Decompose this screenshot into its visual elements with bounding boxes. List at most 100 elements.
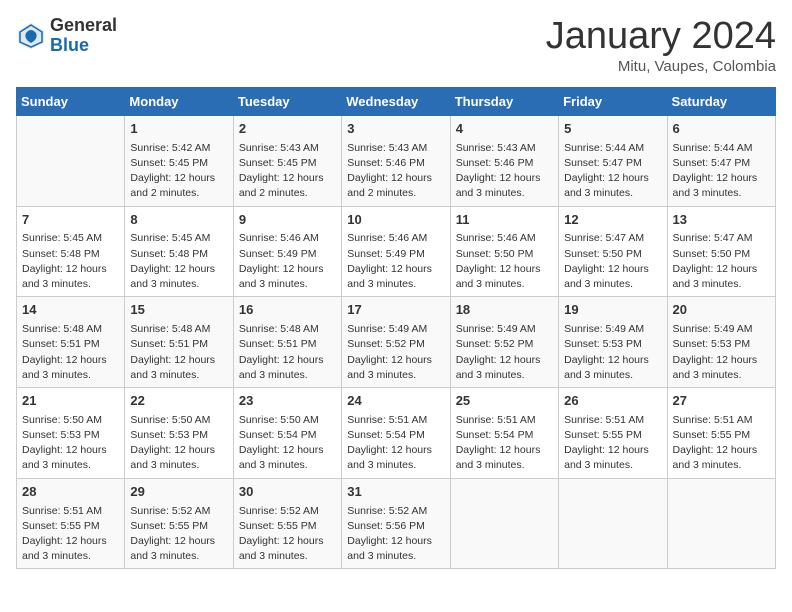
day-number: 17 — [347, 301, 444, 320]
calendar-table: SundayMondayTuesdayWednesdayThursdayFrid… — [16, 87, 776, 570]
day-info: Sunrise: 5:48 AMSunset: 5:51 PMDaylight:… — [130, 322, 227, 383]
calendar-cell: 25 Sunrise: 5:51 AMSunset: 5:54 PMDayligh… — [450, 387, 558, 478]
calendar-cell: 3 Sunrise: 5:43 AMSunset: 5:46 PMDaylight… — [342, 115, 450, 206]
day-info: Sunrise: 5:49 AMSunset: 5:52 PMDaylight:… — [347, 322, 444, 383]
day-info: Sunrise: 5:52 AMSunset: 5:56 PMDaylight:… — [347, 504, 444, 565]
weekday-header-saturday: Saturday — [667, 87, 775, 115]
day-info: Sunrise: 5:51 AMSunset: 5:55 PMDaylight:… — [22, 504, 119, 565]
day-info: Sunrise: 5:42 AMSunset: 5:45 PMDaylight:… — [130, 141, 227, 202]
day-number: 26 — [564, 392, 661, 411]
calendar-cell: 10Sunrise: 5:46 AMSunset: 5:49 PMDayligh… — [342, 206, 450, 297]
calendar-cell: 26 Sunrise: 5:51 AMSunset: 5:55 PMDayligh… — [559, 387, 667, 478]
calendar-cell: 7Sunrise: 5:45 AMSunset: 5:48 PMDaylight… — [17, 206, 125, 297]
day-info: Sunrise: 5:48 AMSunset: 5:51 PMDaylight:… — [22, 322, 119, 383]
day-number: 8 — [130, 211, 227, 230]
title-area: January 2024 Mitu, Vaupes, Colombia — [546, 16, 776, 75]
calendar-cell: 30 Sunrise: 5:52 AMSunset: 5:55 PMDayligh… — [233, 478, 341, 569]
day-info: Sunrise: 5:51 AMSunset: 5:54 PMDaylight:… — [456, 413, 553, 474]
day-info: Sunrise: 5:43 AMSunset: 5:46 PMDaylight:… — [456, 141, 553, 202]
day-info: Sunrise: 5:46 AMSunset: 5:49 PMDaylight:… — [239, 231, 336, 292]
calendar-cell: 9Sunrise: 5:46 AMSunset: 5:49 PMDaylight… — [233, 206, 341, 297]
day-number: 25 — [456, 392, 553, 411]
calendar-cell: 19Sunrise: 5:49 AMSunset: 5:53 PMDayligh… — [559, 297, 667, 388]
calendar-title: January 2024 — [546, 16, 776, 58]
calendar-cell: 18Sunrise: 5:49 AMSunset: 5:52 PMDayligh… — [450, 297, 558, 388]
calendar-cell — [559, 478, 667, 569]
calendar-cell: 22 Sunrise: 5:50 AMSunset: 5:53 PMDayligh… — [125, 387, 233, 478]
logo-icon — [16, 21, 46, 51]
day-number: 1 — [130, 120, 227, 139]
logo: General Blue — [16, 16, 117, 56]
calendar-cell: 29 Sunrise: 5:52 AMSunset: 5:55 PMDayligh… — [125, 478, 233, 569]
day-info: Sunrise: 5:50 AMSunset: 5:54 PMDaylight:… — [239, 413, 336, 474]
day-info: Sunrise: 5:49 AMSunset: 5:53 PMDaylight:… — [564, 322, 661, 383]
weekday-header-monday: Monday — [125, 87, 233, 115]
calendar-header: SundayMondayTuesdayWednesdayThursdayFrid… — [17, 87, 776, 115]
calendar-cell: 1 Sunrise: 5:42 AMSunset: 5:45 PMDaylight… — [125, 115, 233, 206]
day-info: Sunrise: 5:44 AMSunset: 5:47 PMDaylight:… — [564, 141, 661, 202]
day-info: Sunrise: 5:47 AMSunset: 5:50 PMDaylight:… — [564, 231, 661, 292]
day-number: 22 — [130, 392, 227, 411]
day-number: 5 — [564, 120, 661, 139]
day-number: 28 — [22, 483, 119, 502]
weekday-header-wednesday: Wednesday — [342, 87, 450, 115]
day-info: Sunrise: 5:43 AMSunset: 5:45 PMDaylight:… — [239, 141, 336, 202]
day-number: 4 — [456, 120, 553, 139]
calendar-cell: 4 Sunrise: 5:43 AMSunset: 5:46 PMDaylight… — [450, 115, 558, 206]
day-info: Sunrise: 5:50 AMSunset: 5:53 PMDaylight:… — [130, 413, 227, 474]
calendar-cell: 13Sunrise: 5:47 AMSunset: 5:50 PMDayligh… — [667, 206, 775, 297]
day-info: Sunrise: 5:52 AMSunset: 5:55 PMDaylight:… — [130, 504, 227, 565]
day-info: Sunrise: 5:44 AMSunset: 5:47 PMDaylight:… — [673, 141, 770, 202]
weekday-header-friday: Friday — [559, 87, 667, 115]
calendar-cell: 24Sunrise: 5:51 AMSunset: 5:54 PMDayligh… — [342, 387, 450, 478]
day-number: 2 — [239, 120, 336, 139]
calendar-cell: 2 Sunrise: 5:43 AMSunset: 5:45 PMDaylight… — [233, 115, 341, 206]
day-number: 16 — [239, 301, 336, 320]
calendar-cell: 11Sunrise: 5:46 AMSunset: 5:50 PMDayligh… — [450, 206, 558, 297]
day-number: 13 — [673, 211, 770, 230]
calendar-week-3: 14Sunrise: 5:48 AMSunset: 5:51 PMDayligh… — [17, 297, 776, 388]
day-number: 31 — [347, 483, 444, 502]
calendar-cell: 31 Sunrise: 5:52 AMSunset: 5:56 PMDayligh… — [342, 478, 450, 569]
calendar-cell: 23 Sunrise: 5:50 AMSunset: 5:54 PMDayligh… — [233, 387, 341, 478]
day-number: 12 — [564, 211, 661, 230]
day-info: Sunrise: 5:46 AMSunset: 5:50 PMDaylight:… — [456, 231, 553, 292]
calendar-week-2: 7Sunrise: 5:45 AMSunset: 5:48 PMDaylight… — [17, 206, 776, 297]
day-info: Sunrise: 5:45 AMSunset: 5:48 PMDaylight:… — [22, 231, 119, 292]
day-number: 20 — [673, 301, 770, 320]
day-number: 15 — [130, 301, 227, 320]
day-info: Sunrise: 5:49 AMSunset: 5:52 PMDaylight:… — [456, 322, 553, 383]
logo-general: General — [50, 16, 117, 36]
day-info: Sunrise: 5:52 AMSunset: 5:55 PMDaylight:… — [239, 504, 336, 565]
day-number: 3 — [347, 120, 444, 139]
calendar-week-5: 28 Sunrise: 5:51 AMSunset: 5:55 PMDayligh… — [17, 478, 776, 569]
calendar-week-1: 1 Sunrise: 5:42 AMSunset: 5:45 PMDaylight… — [17, 115, 776, 206]
calendar-cell: 20 Sunrise: 5:49 AMSunset: 5:53 PMDayligh… — [667, 297, 775, 388]
day-number: 27 — [673, 392, 770, 411]
calendar-cell: 15 Sunrise: 5:48 AMSunset: 5:51 PMDayligh… — [125, 297, 233, 388]
calendar-cell: 28 Sunrise: 5:51 AMSunset: 5:55 PMDayligh… — [17, 478, 125, 569]
day-number: 7 — [22, 211, 119, 230]
weekday-header-thursday: Thursday — [450, 87, 558, 115]
header-row: SundayMondayTuesdayWednesdayThursdayFrid… — [17, 87, 776, 115]
day-info: Sunrise: 5:49 AMSunset: 5:53 PMDaylight:… — [673, 322, 770, 383]
weekday-header-sunday: Sunday — [17, 87, 125, 115]
day-info: Sunrise: 5:50 AMSunset: 5:53 PMDaylight:… — [22, 413, 119, 474]
calendar-cell: 6Sunrise: 5:44 AMSunset: 5:47 PMDaylight… — [667, 115, 775, 206]
day-info: Sunrise: 5:45 AMSunset: 5:48 PMDaylight:… — [130, 231, 227, 292]
calendar-week-4: 21Sunrise: 5:50 AMSunset: 5:53 PMDayligh… — [17, 387, 776, 478]
logo-text: General Blue — [50, 16, 117, 56]
day-info: Sunrise: 5:47 AMSunset: 5:50 PMDaylight:… — [673, 231, 770, 292]
day-info: Sunrise: 5:51 AMSunset: 5:55 PMDaylight:… — [673, 413, 770, 474]
day-number: 10 — [347, 211, 444, 230]
day-info: Sunrise: 5:43 AMSunset: 5:46 PMDaylight:… — [347, 141, 444, 202]
day-number: 29 — [130, 483, 227, 502]
day-info: Sunrise: 5:51 AMSunset: 5:54 PMDaylight:… — [347, 413, 444, 474]
day-number: 30 — [239, 483, 336, 502]
calendar-subtitle: Mitu, Vaupes, Colombia — [546, 58, 776, 75]
day-number: 23 — [239, 392, 336, 411]
calendar-cell — [667, 478, 775, 569]
calendar-cell: 8Sunrise: 5:45 AMSunset: 5:48 PMDaylight… — [125, 206, 233, 297]
day-info: Sunrise: 5:51 AMSunset: 5:55 PMDaylight:… — [564, 413, 661, 474]
day-number: 11 — [456, 211, 553, 230]
